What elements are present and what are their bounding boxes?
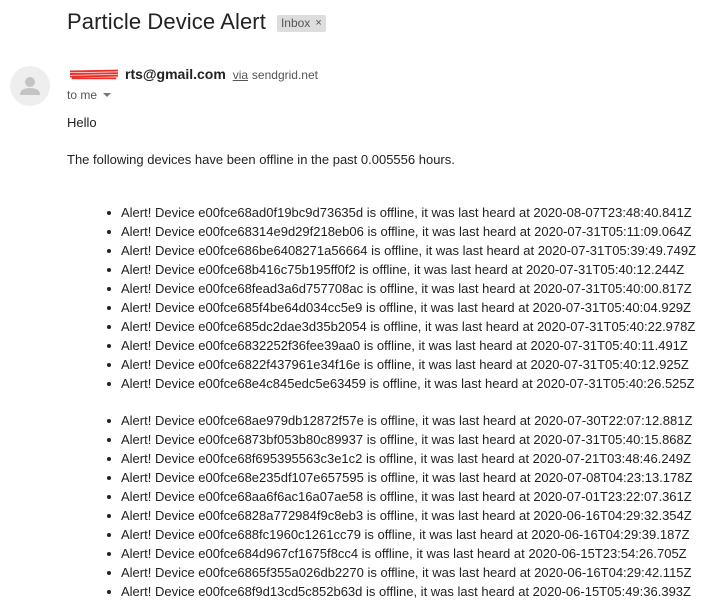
alert-item: Alert! Device e00fce68314e9d29f218eb06 i…	[106, 222, 696, 241]
alert-item: Alert! Device e00fce685dc2dae3d35b2054 i…	[106, 319, 696, 334]
alert-item: Alert! Device e00fce68ad0f19bc9d73635d i…	[106, 203, 696, 222]
alert-item: Alert! Device e00fce68ae979db12872f57e i…	[106, 413, 693, 428]
email-header: Particle Device Alert Inbox ×	[67, 9, 326, 35]
sender-email-text: rts@gmail.com	[125, 66, 226, 82]
alert-item: Alert! Device e00fce68b416c75b195ff0f2 i…	[106, 260, 696, 279]
sender-avatar[interactable]	[10, 66, 50, 106]
chevron-down-icon[interactable]	[103, 93, 112, 97]
alert-item: Alert! Device e00fce688fc1960c1261cc79 i…	[106, 525, 692, 544]
sender-line: rts@gmail.com via sendgrid.net	[67, 66, 318, 82]
alert-item: Alert! Device e00fce686be6408271a56664 i…	[106, 243, 697, 258]
alert-item: Alert! Device e00fce684d967cf1675f8cc4 i…	[106, 544, 692, 563]
recipient-details[interactable]: to me	[67, 88, 112, 102]
alert-list-1: Alert! Device e00fce68ad0f19bc9d73635d i…	[106, 203, 697, 393]
alert-item: Alert! Device e00fce68e4c845edc5e63459 i…	[106, 376, 695, 391]
inbox-label-text: Inbox	[280, 15, 311, 30]
alert-item: Alert! Device e00fce68f695395563c3e1c2 i…	[106, 451, 691, 466]
to-me-text: to me	[67, 88, 98, 102]
alert-item: Alert! Device e00fce6832252f36fee39aa0 i…	[106, 336, 696, 355]
alert-list-2: Alert! Device e00fce68ae979db12872f57e i…	[106, 411, 693, 601]
alert-item: Alert! Device e00fce68e235df107e657595 i…	[106, 470, 693, 485]
alert-item: Alert! Device e00fce68aa6f6ac16a07ae58 i…	[106, 489, 692, 504]
sender-email[interactable]: rts@gmail.com	[67, 66, 230, 82]
alert-item: Alert! Device e00fce6828a772984f9c8eb3 i…	[106, 508, 692, 523]
email-subject: Particle Device Alert	[67, 9, 266, 34]
inbox-label-badge[interactable]: Inbox ×	[276, 14, 326, 32]
remove-label-icon[interactable]: ×	[315, 17, 321, 29]
alert-item: Alert! Device e00fce6873bf053b80c89937 i…	[106, 432, 692, 447]
alert-item: Alert! Device e00fce68fead3a6d757708ac i…	[106, 279, 696, 298]
alert-item: Alert! Device e00fce6822f437961e34f16e i…	[106, 355, 696, 374]
via-link[interactable]: via	[233, 68, 248, 82]
via-label: via	[233, 68, 248, 82]
intro-text: The following devices have been offline …	[67, 152, 455, 167]
via-domain: sendgrid.net	[251, 68, 318, 82]
greeting-text: Hello	[67, 115, 97, 130]
alert-item: Alert! Device e00fce68f9d13cd5c852b63d i…	[106, 584, 691, 599]
person-icon	[20, 77, 40, 95]
alert-item: Alert! Device e00fce685f4be64d034cc5e9 i…	[106, 298, 696, 317]
alert-item: Alert! Device e00fce6865f355a026db2270 i…	[106, 565, 692, 580]
redaction-scribble	[69, 69, 119, 80]
